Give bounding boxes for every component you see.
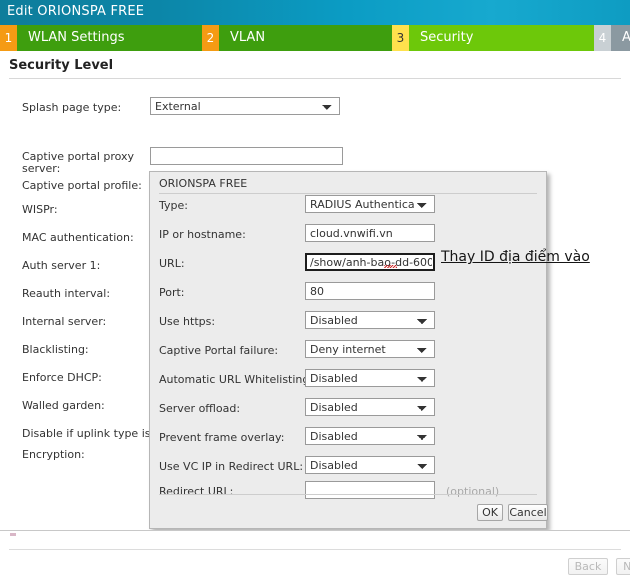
resize-nub [10,533,16,536]
disable-if-uplink-type-is-label: Disable if uplink type is: [22,427,155,440]
port-input[interactable] [305,282,435,300]
tab-security[interactable]: 3 Security [392,25,594,51]
tab-vlan-number: 2 [202,25,219,51]
tab-access-label: Access [611,25,630,51]
tab-wlan-settings[interactable]: 1 WLAN Settings [0,25,202,51]
captive-portal-failure-select[interactable]: Deny internet [305,340,435,358]
blacklisting-label: Blacklisting: [22,343,89,356]
dialog-header-divider [159,193,537,194]
page-title: Security Level [9,58,114,73]
url-input[interactable] [305,253,435,271]
tab-vlan-label: VLAN [219,25,392,51]
server-offload-select[interactable]: Disabled [305,398,435,416]
url-label: URL: [159,257,185,270]
tab-wlan-settings-label: WLAN Settings [17,25,202,51]
ip-or-hostname-label: IP or hostname: [159,228,246,241]
redirect-url-input[interactable] [305,481,435,499]
reauth-interval-label: Reauth interval: [22,287,111,300]
use-vc-ip-in-redirect-url-label: Use VC IP in Redirect URL: [159,460,304,473]
server-offload-label: Server offload: [159,402,241,415]
tab-security-label: Security [409,25,594,51]
window-title: Edit ORIONSPA FREE [7,4,145,19]
tab-access-number: 4 [594,25,611,51]
automatic-url-whitelisting-label: Automatic URL Whitelisting: [159,373,314,386]
mac-authentication-label: MAC authentication: [22,231,134,244]
prevent-frame-overlay-label: Prevent frame overlay: [159,431,285,444]
window-title-bar: Edit ORIONSPA FREE [0,0,630,25]
footer-divider [9,549,621,550]
automatic-url-whitelisting-select[interactable]: Disabled [305,369,435,387]
edit-wlan-window: Edit ORIONSPA FREE 1 WLAN Settings 2 VLA… [0,0,630,575]
tab-access[interactable]: 4 Access [594,25,630,51]
use-https-label: Use https: [159,315,216,328]
captive-portal-failure-label: Captive Portal failure: [159,344,279,357]
section-divider [9,78,621,79]
captive-portal-profile-label: Captive portal profile: [22,179,142,192]
tab-security-number: 3 [392,25,409,51]
annotation-text: Thay ID địa điểm vào [441,249,590,265]
prevent-frame-overlay-select[interactable]: Disabled [305,427,435,445]
splash-page-type-select[interactable]: External [150,97,340,115]
cancel-button[interactable]: Cancel [508,504,548,521]
port-label: Port: [159,286,185,299]
type-select[interactable]: RADIUS Authenticatio [305,195,435,213]
auth-server-1-label: Auth server 1: [22,259,101,272]
type-label: Type: [159,199,188,212]
walled-garden-label: Walled garden: [22,399,105,412]
dialog-footer-divider [159,494,537,495]
tab-vlan[interactable]: 2 VLAN [202,25,392,51]
dialog-header: ORIONSPA FREE [150,172,546,194]
captive-portal-proxy-server-label-line2: server: [22,162,61,175]
redirect-url-optional-note: (optional) [446,485,500,498]
use-https-select[interactable]: Disabled [305,311,435,329]
ok-button[interactable]: OK [477,504,503,521]
enforce-dhcp-label: Enforce DHCP: [22,371,102,384]
use-vc-ip-in-redirect-url-select[interactable]: Disabled [305,456,435,474]
captive-portal-proxy-server-input[interactable] [150,147,343,165]
ip-or-hostname-input[interactable] [305,224,435,242]
wizard-step-bar: 1 WLAN Settings 2 VLAN 3 Security 4 Acce… [0,25,630,51]
back-button[interactable]: Back [568,558,608,575]
captive-portal-profile-dialog: ORIONSPA FREE Type: RADIUS Authenticatio… [149,171,548,529]
splash-page-type-label: Splash page type: [22,101,122,114]
dialog-title: ORIONSPA FREE [159,177,248,190]
encryption-label: Encryption: [22,448,85,461]
next-button[interactable]: Next [616,558,630,575]
internal-server-label: Internal server: [22,315,107,328]
tab-wlan-settings-number: 1 [0,25,17,51]
redirect-url-label: Redirect URL: [159,485,234,498]
wispr-label: WISPr: [22,203,58,216]
